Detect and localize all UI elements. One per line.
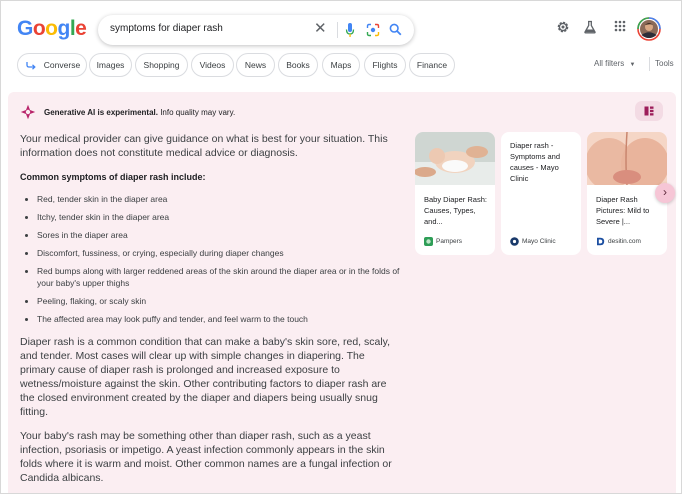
ai-overview-text: Your medical provider can give guidance … xyxy=(20,132,400,485)
ai-paragraph-other-rashes: Your baby's rash may be something other … xyxy=(20,430,392,484)
chip-news[interactable]: News xyxy=(236,53,275,77)
microphone-icon[interactable] xyxy=(345,22,355,38)
list-item: Red, tender skin in the diaper area xyxy=(20,193,400,205)
logo-letter: e xyxy=(75,17,87,40)
gear-icon[interactable] xyxy=(556,20,570,34)
ai-disclaimer: Generative AI is experimental. Info qual… xyxy=(44,108,235,117)
chip-images[interactable]: Images xyxy=(89,53,132,77)
tools-button[interactable]: Tools xyxy=(655,59,674,68)
google-logo[interactable]: Google xyxy=(17,17,87,41)
list-item: Peeling, flaking, or scaly skin xyxy=(20,295,400,307)
search-box[interactable]: symptoms for diaper rash ✕ xyxy=(98,15,414,45)
all-filters-label: All filters xyxy=(594,59,625,68)
chip-label: Books xyxy=(286,60,310,70)
pampers-logo-icon xyxy=(424,237,433,246)
card-source-label: Pampers xyxy=(436,238,463,246)
split-view-icon xyxy=(644,106,654,116)
symptoms-list: Red, tender skin in the diaper area Itch… xyxy=(20,193,400,325)
chip-label: Shopping xyxy=(143,60,180,70)
chip-finance[interactable]: Finance xyxy=(409,53,455,77)
chip-label: News xyxy=(244,60,267,70)
caret-down-icon: ▼ xyxy=(629,62,636,68)
chip-label: Flights xyxy=(372,60,398,70)
layout-toggle-button[interactable] xyxy=(635,101,663,121)
generative-ai-sparkle-icon xyxy=(20,104,36,120)
chip-converse[interactable]: Converse xyxy=(17,53,87,77)
ai-disclaimer-bold: Generative AI is experimental. xyxy=(44,108,158,117)
search-icon[interactable] xyxy=(389,23,402,36)
apps-grid-icon[interactable] xyxy=(614,20,626,32)
chip-videos[interactable]: Videos xyxy=(191,53,234,77)
desitin-logo-icon xyxy=(597,237,605,246)
ai-paragraph-causes: Diaper rash is a common condition that c… xyxy=(20,336,391,418)
cards-next-button[interactable]: › xyxy=(655,183,675,203)
source-cards: Baby Diaper Rash: Causes, Types, and... … xyxy=(415,132,675,256)
search-divider xyxy=(337,22,338,38)
chip-label: Finance xyxy=(416,60,448,70)
source-card-pampers[interactable]: Baby Diaper Rash: Causes, Types, and... … xyxy=(415,132,495,255)
list-item: Itchy, tender skin in the diaper area xyxy=(20,211,400,223)
clear-icon[interactable]: ✕ xyxy=(314,20,327,38)
card-source-label: desitin.com xyxy=(608,238,641,246)
list-item: Red bumps along with larger reddened are… xyxy=(20,265,400,289)
logo-letter: G xyxy=(17,17,33,40)
chip-label: Maps xyxy=(330,60,352,70)
card-source-label: Mayo Clinic xyxy=(522,238,556,246)
logo-letter: o xyxy=(45,17,58,40)
list-item: Sores in the diaper area xyxy=(20,229,400,241)
rash-photo-thumbnail xyxy=(587,132,667,185)
card-title: Baby Diaper Rash: Causes, Types, and... xyxy=(424,195,487,226)
search-input[interactable]: symptoms for diaper rash xyxy=(110,23,223,34)
symptoms-list-title: Common symptoms of diaper rash include: xyxy=(20,172,206,182)
ai-disclaimer-rest: Info quality may vary. xyxy=(157,108,236,117)
filters-divider xyxy=(649,57,650,71)
card-source: desitin.com xyxy=(596,237,641,246)
chip-books[interactable]: Books xyxy=(278,53,318,77)
mayo-clinic-logo-icon xyxy=(510,237,519,246)
list-item: Discomfort, fussiness, or crying, especi… xyxy=(20,247,400,259)
labs-flask-icon[interactable] xyxy=(583,20,597,34)
converse-arrow-icon xyxy=(26,62,36,70)
header: Google symptoms for diaper rash ✕ xyxy=(1,1,681,51)
chip-label: Images xyxy=(96,60,125,70)
list-item: The affected area may look puffy and ten… xyxy=(20,313,400,325)
chip-shopping[interactable]: Shopping xyxy=(135,53,188,77)
source-card-mayo-clinic[interactable]: Diaper rash - Symptoms and causes - Mayo… xyxy=(501,132,581,255)
search-results-page: Google symptoms for diaper rash ✕ Conver… xyxy=(0,0,682,494)
ai-intro-paragraph: Your medical provider can give guidance … xyxy=(20,133,388,159)
all-filters-button[interactable]: All filters ▼ xyxy=(594,59,635,68)
logo-letter: g xyxy=(57,17,71,40)
baby-photo-thumbnail xyxy=(415,132,495,185)
logo-letter: o xyxy=(32,17,46,40)
card-title: Diaper Rash Pictures: Mild to Severe |..… xyxy=(596,195,650,226)
card-source: Pampers xyxy=(424,237,462,246)
chip-maps[interactable]: Maps xyxy=(322,53,360,77)
card-title: Diaper rash - Symptoms and causes - Mayo… xyxy=(510,141,561,183)
chevron-right-icon: › xyxy=(663,185,667,199)
chip-flights[interactable]: Flights xyxy=(364,53,406,77)
google-lens-icon[interactable] xyxy=(366,23,380,37)
chip-label: Videos xyxy=(199,60,226,70)
chip-label: Converse xyxy=(43,60,81,70)
card-source: Mayo Clinic xyxy=(510,237,556,246)
avatar[interactable] xyxy=(637,17,661,41)
ai-overview-panel: Generative AI is experimental. Info qual… xyxy=(8,92,676,493)
